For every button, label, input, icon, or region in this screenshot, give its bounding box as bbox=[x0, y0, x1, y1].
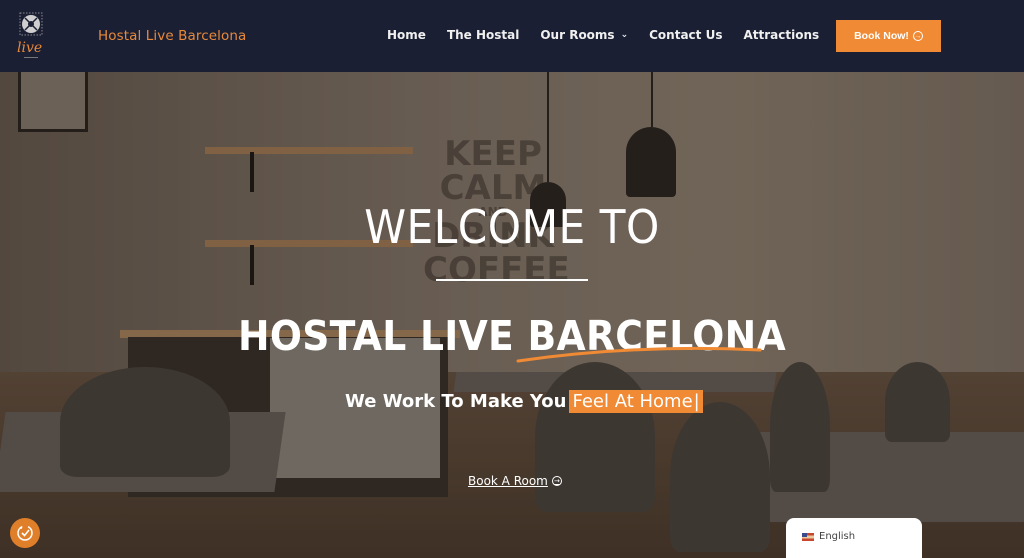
hero-divider bbox=[436, 279, 588, 281]
nav-the-hostal-label: The Hostal bbox=[446, 28, 520, 42]
site-header: live Hostal Live Barcelona Home The Host… bbox=[0, 0, 1024, 72]
nav-attractions-label: Attractions bbox=[743, 28, 820, 42]
brand-name[interactable]: Hostal Live Barcelona bbox=[98, 28, 246, 44]
book-a-room-label: Book A Room bbox=[468, 474, 548, 488]
nav-contact-us-label: Contact Us bbox=[649, 28, 723, 42]
accessibility-button[interactable] bbox=[10, 518, 40, 548]
tagline-static: We Work To Make You bbox=[345, 391, 567, 412]
logo-icon: live bbox=[17, 12, 43, 58]
nav-home[interactable]: Home bbox=[387, 28, 426, 42]
accessibility-icon bbox=[17, 525, 33, 541]
tagline-typed: Feel At Home| bbox=[569, 390, 703, 413]
main-nav: Home The Hostal Our Rooms ⌄ Contact Us At… bbox=[387, 28, 840, 42]
language-switcher[interactable]: English bbox=[786, 518, 922, 558]
nav-our-rooms-label: Our Rooms bbox=[540, 28, 615, 42]
arrow-circle-right-icon: → bbox=[551, 476, 562, 486]
nav-our-rooms[interactable]: Our Rooms ⌄ bbox=[540, 28, 628, 42]
tagline-typed-text: Feel At Home bbox=[572, 391, 693, 412]
nav-the-hostal[interactable]: The Hostal bbox=[447, 28, 519, 42]
chevron-down-icon: ⌄ bbox=[620, 30, 629, 40]
hero-content: WELCOME TO HOSTAL LIVE BARCELONA We Work… bbox=[0, 72, 1024, 558]
arrow-circle-right-icon: → bbox=[912, 31, 923, 41]
book-now-label: Book Now! bbox=[854, 30, 909, 42]
typing-cursor: | bbox=[693, 391, 700, 412]
hero-heading-line1: WELCOME TO bbox=[364, 200, 660, 254]
hero-section: KEEP CALM AND DRINK COFFEE WELCOME TO HO… bbox=[0, 72, 1024, 558]
nav-attractions[interactable]: Attractions bbox=[743, 28, 819, 42]
logo[interactable]: live bbox=[14, 12, 50, 62]
hero-tagline: We Work To Make You Feel At Home| bbox=[345, 390, 703, 413]
language-label: English bbox=[819, 531, 856, 542]
book-a-room-link[interactable]: Book A Room → bbox=[468, 474, 562, 488]
book-now-button[interactable]: Book Now! → bbox=[836, 20, 941, 52]
nav-home-label: Home bbox=[387, 28, 426, 42]
us-flag-icon bbox=[802, 533, 814, 541]
svg-text:live: live bbox=[17, 40, 42, 56]
nav-contact-us[interactable]: Contact Us bbox=[649, 28, 722, 42]
underline-swoosh-icon bbox=[516, 346, 762, 363]
hero-heading-line2: HOSTAL LIVE BARCELONA bbox=[238, 312, 786, 360]
